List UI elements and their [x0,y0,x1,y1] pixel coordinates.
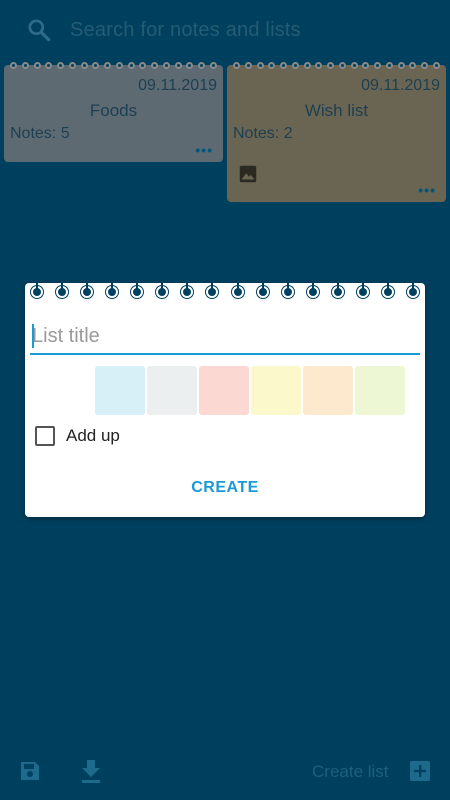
create-button[interactable]: CREATE [25,479,425,497]
spiral-rings [10,62,217,72]
spiral-rings [31,281,419,302]
color-swatch-5[interactable] [303,366,353,415]
download-icon[interactable] [79,758,103,784]
add-up-label: Add up [66,426,120,445]
list-title: Wish list [304,101,369,120]
text-cursor [32,324,34,348]
more-options-icon[interactable]: ••• [418,182,436,198]
image-icon [239,165,257,183]
color-swatch-3[interactable] [199,366,249,415]
create-list-dialog: Add up CREATE [25,281,425,517]
color-swatch-1[interactable] [95,366,145,415]
more-options-icon[interactable]: ••• [195,142,213,158]
color-swatch-4[interactable] [251,366,301,415]
spiral-rings [233,62,440,72]
list-title: Foods [89,101,138,120]
search-icon [28,19,51,42]
search-placeholder[interactable]: Search for notes and lists [70,19,301,42]
color-picker [95,366,405,415]
list-notes-count: Notes: 5 [10,125,70,142]
list-date: 09.11.2019 [361,77,440,94]
list-date: 09.11.2019 [138,77,217,94]
search-bar[interactable]: Search for notes and lists [0,0,450,62]
color-swatch-2[interactable] [147,366,197,415]
add-box-icon[interactable] [408,759,432,783]
list-card-foods[interactable]: 09.11.2019 Foods Notes: 5 ••• [4,62,223,162]
bottom-toolbar: Create list [0,748,450,800]
create-list-button[interactable]: Create list [312,762,389,782]
color-swatch-6[interactable] [355,366,405,415]
add-up-option[interactable]: Add up [35,426,120,446]
save-icon[interactable] [18,759,42,783]
add-up-checkbox[interactable] [35,426,55,446]
list-title-input[interactable] [30,319,420,355]
list-notes-count: Notes: 2 [233,125,293,142]
list-card-wish-list[interactable]: 09.11.2019 Wish list Notes: 2 ••• [227,62,446,202]
